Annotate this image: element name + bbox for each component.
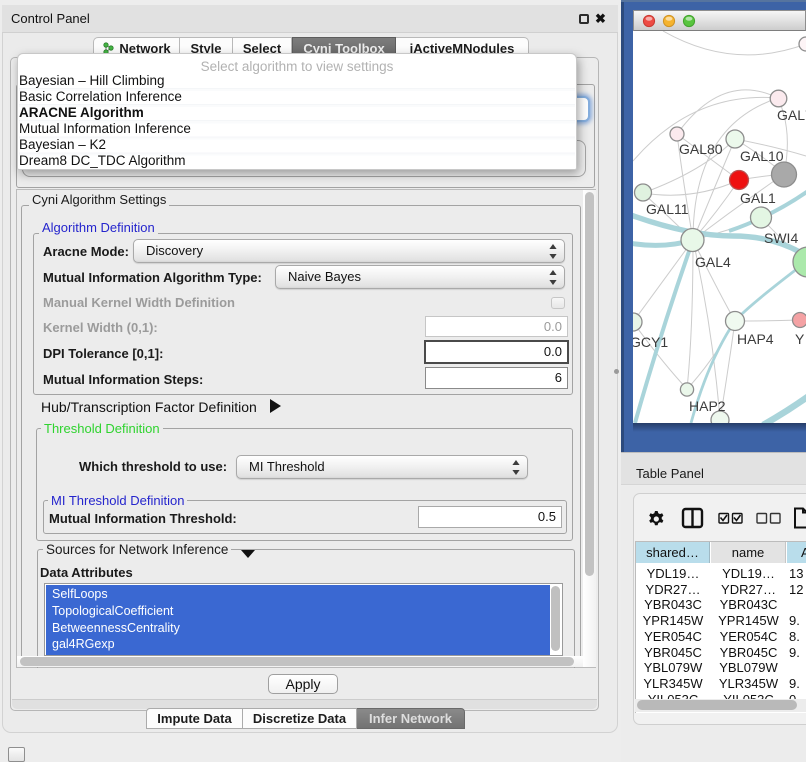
svg-text:GAL1: GAL1	[740, 190, 776, 206]
svg-text:GAL4: GAL4	[695, 254, 731, 270]
svg-text:HAP2: HAP2	[689, 398, 726, 414]
svg-text:HAP4: HAP4	[737, 331, 774, 347]
svg-text:GAL10: GAL10	[740, 148, 784, 164]
svg-text:GAL80: GAL80	[679, 141, 723, 157]
svg-text:Y: Y	[795, 331, 805, 347]
svg-text:GAL11: GAL11	[646, 201, 689, 217]
svg-text:SWI4: SWI4	[764, 230, 798, 246]
svg-text:GCY1: GCY1	[633, 334, 668, 350]
svg-text:GAL7: GAL7	[777, 107, 806, 123]
